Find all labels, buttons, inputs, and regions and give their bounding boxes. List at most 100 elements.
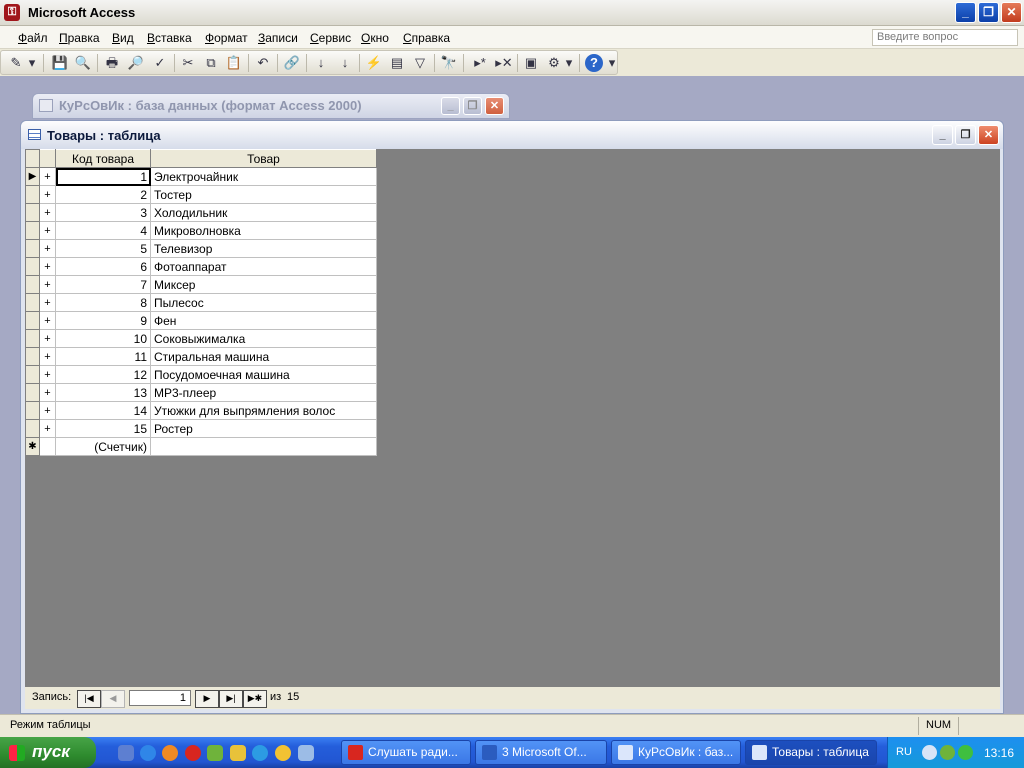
ask-question-input[interactable]: Введите вопрос bbox=[872, 29, 1018, 46]
cell-code[interactable]: 3 bbox=[55, 203, 151, 222]
menu-tools[interactable]: Сервис bbox=[310, 31, 351, 45]
spelling-icon[interactable]: ✓ bbox=[151, 54, 169, 72]
record-selector[interactable]: ▶ bbox=[25, 167, 40, 186]
cell-product[interactable]: Холодильник bbox=[150, 203, 377, 222]
expand-subdatasheet-button[interactable]: + bbox=[39, 329, 56, 348]
table-row[interactable]: +8 Пылесос bbox=[25, 293, 377, 312]
cell-code[interactable]: 5 bbox=[55, 239, 151, 258]
cell-code[interactable]: 15 bbox=[55, 419, 151, 438]
record-selector[interactable] bbox=[25, 365, 40, 384]
menu-window[interactable]: Окно bbox=[361, 31, 389, 45]
expand-subdatasheet-button[interactable]: + bbox=[39, 365, 56, 384]
table-row[interactable]: +6 Фотоаппарат bbox=[25, 257, 377, 276]
record-selector[interactable] bbox=[25, 239, 40, 258]
table-row[interactable]: +13 MP3-плеер bbox=[25, 383, 377, 402]
record-selector[interactable] bbox=[25, 311, 40, 330]
next-record-button[interactable]: ▶ bbox=[195, 690, 219, 708]
cut-icon[interactable]: ✂ bbox=[179, 54, 197, 72]
record-selector[interactable] bbox=[25, 293, 40, 312]
dropdown-arrow-icon[interactable]: ▾ bbox=[564, 54, 574, 72]
task-word[interactable]: 3 Microsoft Of... bbox=[475, 740, 607, 765]
filter-by-form-icon[interactable]: ▤ bbox=[388, 54, 406, 72]
expand-subdatasheet-button[interactable]: + bbox=[39, 203, 56, 222]
menu-file[interactable]: Файл bbox=[18, 31, 48, 45]
cell-product-new[interactable] bbox=[150, 437, 377, 456]
cell-product[interactable]: Электрочайник bbox=[150, 167, 377, 186]
cell-product[interactable]: Соковыжималка bbox=[150, 329, 377, 348]
toolbar-options-icon[interactable]: ▾ bbox=[607, 54, 617, 72]
cell-product[interactable]: Телевизор bbox=[150, 239, 377, 258]
table-row[interactable]: +15 Ростер bbox=[25, 419, 377, 438]
cell-code[interactable]: 9 bbox=[55, 311, 151, 330]
opera-icon[interactable] bbox=[185, 745, 201, 761]
cell-code[interactable]: 1 bbox=[55, 167, 151, 186]
table-row[interactable]: +5 Телевизор bbox=[25, 239, 377, 258]
cell-product[interactable]: Пылесос bbox=[150, 293, 377, 312]
table-window-title-bar[interactable]: Товары : таблица _ ❐ ✕ bbox=[21, 121, 1003, 149]
cell-product[interactable]: Тостер bbox=[150, 185, 377, 204]
expand-subdatasheet-button[interactable]: + bbox=[39, 347, 56, 366]
table-minimize-button[interactable]: _ bbox=[932, 125, 953, 145]
record-selector[interactable] bbox=[25, 347, 40, 366]
table-row[interactable]: +14 Утюжки для выпрямления волос bbox=[25, 401, 377, 420]
tray-app-icon[interactable] bbox=[940, 745, 955, 760]
new-object-icon[interactable]: ⚙ bbox=[545, 54, 563, 72]
current-record-input[interactable]: 1 bbox=[129, 690, 191, 706]
menu-format[interactable]: Формат bbox=[205, 31, 248, 45]
menu-edit[interactable]: Правка bbox=[59, 31, 100, 45]
expand-subdatasheet-button[interactable]: + bbox=[39, 311, 56, 330]
cell-code[interactable]: 4 bbox=[55, 221, 151, 240]
language-indicator[interactable]: RU bbox=[896, 746, 912, 758]
record-selector[interactable] bbox=[25, 275, 40, 294]
table-close-button[interactable]: ✕ bbox=[978, 125, 999, 145]
hyperlink-icon[interactable]: 🔗 bbox=[283, 54, 301, 72]
close-button[interactable]: ✕ bbox=[1001, 2, 1022, 23]
database-window[interactable]: КуРсОвИк : база данных (формат Access 20… bbox=[32, 93, 510, 119]
new-record-row[interactable]: ✱ (Счетчик) bbox=[25, 437, 377, 456]
expand-subdatasheet-button[interactable]: + bbox=[39, 383, 56, 402]
cell-code[interactable]: 10 bbox=[55, 329, 151, 348]
table-row[interactable]: +7 Миксер bbox=[25, 275, 377, 294]
record-selector[interactable] bbox=[25, 329, 40, 348]
cell-product[interactable]: Ростер bbox=[150, 419, 377, 438]
cell-product[interactable]: Посудомоечная машина bbox=[150, 365, 377, 384]
prev-record-button[interactable]: ◀ bbox=[101, 690, 125, 708]
table-row[interactable]: +10 Соковыжималка bbox=[25, 329, 377, 348]
new-record-icon[interactable]: ▸* bbox=[469, 54, 491, 72]
task-radio[interactable]: Слушать ради... bbox=[341, 740, 471, 765]
sort-ascending-icon[interactable]: ↓ bbox=[312, 54, 330, 72]
last-record-button[interactable]: ▶| bbox=[219, 690, 243, 708]
find-icon[interactable]: 🔭 bbox=[440, 54, 458, 72]
db-close-button[interactable]: ✕ bbox=[485, 97, 504, 115]
save-icon[interactable]: 💾 bbox=[51, 54, 69, 72]
expand-subdatasheet-button[interactable]: + bbox=[39, 221, 56, 240]
menu-help[interactable]: Справка bbox=[403, 31, 450, 45]
media-player-icon[interactable] bbox=[275, 745, 291, 761]
task-database[interactable]: КуРсОвИк : баз... bbox=[611, 740, 741, 765]
record-selector[interactable] bbox=[25, 383, 40, 402]
apply-filter-icon[interactable]: ▽ bbox=[411, 54, 429, 72]
record-selector[interactable] bbox=[25, 185, 40, 204]
expand-subdatasheet-button[interactable]: + bbox=[39, 401, 56, 420]
firefox-icon[interactable] bbox=[162, 745, 178, 761]
filter-by-selection-icon[interactable]: ⚡ bbox=[365, 54, 383, 72]
cell-code[interactable]: 8 bbox=[55, 293, 151, 312]
minimize-button[interactable]: _ bbox=[955, 2, 976, 23]
expand-subdatasheet-button[interactable]: + bbox=[39, 239, 56, 258]
task-table[interactable]: Товары : таблица bbox=[745, 740, 877, 765]
expand-subdatasheet-button[interactable]: + bbox=[39, 257, 56, 276]
menu-insert[interactable]: Вставка bbox=[147, 31, 192, 45]
menu-view[interactable]: Вид bbox=[112, 31, 134, 45]
table-row[interactable]: ▶ +1 Электрочайник bbox=[25, 167, 377, 186]
column-header-code[interactable]: Код товара bbox=[55, 149, 151, 168]
access-key-icon[interactable]: ⚿ bbox=[4, 4, 20, 21]
restore-button[interactable]: ❐ bbox=[978, 2, 999, 23]
cell-product[interactable]: Фен bbox=[150, 311, 377, 330]
cell-product[interactable]: Миксер bbox=[150, 275, 377, 294]
sort-descending-icon[interactable]: ↓ bbox=[336, 54, 354, 72]
tray-status-icon[interactable] bbox=[958, 745, 973, 760]
print-preview-icon[interactable]: 🔎 bbox=[127, 54, 145, 72]
cell-product[interactable]: Стиральная машина bbox=[150, 347, 377, 366]
record-selector[interactable] bbox=[25, 203, 40, 222]
table-row[interactable]: +9 Фен bbox=[25, 311, 377, 330]
